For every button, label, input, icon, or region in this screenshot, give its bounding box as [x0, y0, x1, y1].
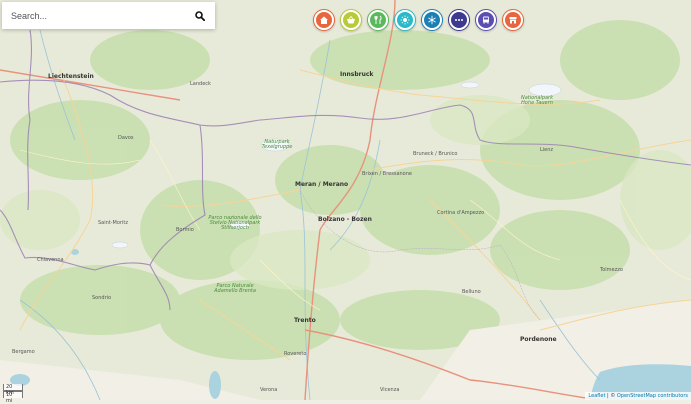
category-food-shop-button[interactable] — [340, 9, 362, 31]
scale-km: 20 km — [3, 384, 23, 396]
category-restaurant-button[interactable] — [367, 9, 389, 31]
place-label-liechtenstein: Liechtenstein — [48, 73, 94, 80]
category-more-button[interactable] — [448, 9, 470, 31]
search-icon — [195, 10, 205, 21]
scale-bar: 20 km 10 mi — [3, 384, 23, 404]
park-label-stelvio: Parco nazionale dello Stelvio Nationalpa… — [208, 215, 262, 231]
place-label-rovereto: Rovereto — [284, 351, 307, 357]
park-label-hohe-tauern: Nationalpark Hohe Tauern — [520, 95, 554, 106]
place-label-st-moritz: Saint-Moritz — [98, 220, 128, 226]
basket-icon — [343, 12, 359, 28]
category-winter-button[interactable] — [421, 9, 443, 31]
place-label-bormio: Bormio — [176, 227, 194, 233]
place-label-cortina: Cortina d'Ampezzo — [437, 210, 485, 216]
place-label-bergamo: Bergamo — [12, 349, 35, 355]
place-label-davos: Davos — [118, 135, 134, 141]
place-label-innsbruck: Innsbruck — [340, 71, 374, 78]
attribution: Leaflet | © OpenStreetMap contributors — [585, 392, 691, 400]
map-canvas[interactable]: Liechtenstein Davos Saint-Moritz Chiaven… — [0, 0, 691, 400]
category-toolbar — [313, 9, 524, 31]
place-label-lienz: Lienz — [540, 147, 554, 153]
place-label-merano: Meran / Merano — [295, 181, 349, 188]
search-bar — [2, 2, 215, 29]
place-label-brixen: Brixen / Bressanone — [362, 171, 412, 177]
place-label-tolmezzo: Tolmezzo — [600, 267, 623, 273]
attribution-separator: | © — [605, 393, 617, 399]
house-icon — [316, 12, 332, 28]
search-button[interactable] — [185, 2, 215, 29]
snowflake-icon — [424, 12, 440, 28]
place-label-sondrio: Sondrio — [92, 295, 112, 301]
place-label-landeck: Landeck — [190, 81, 211, 87]
place-label-belluno: Belluno — [462, 289, 481, 295]
place-label-vicenza: Vicenza — [380, 387, 400, 393]
more-dots-icon — [451, 12, 467, 28]
place-label-pordenone: Pordenone — [520, 336, 557, 343]
search-input[interactable] — [2, 2, 185, 29]
place-label-verona: Verona — [260, 387, 278, 393]
sun-icon — [397, 12, 413, 28]
map-tiles — [0, 0, 691, 400]
category-summer-button[interactable] — [394, 9, 416, 31]
osm-link[interactable]: OpenStreetMap contributors — [617, 393, 688, 399]
category-transport-button[interactable] — [475, 9, 497, 31]
park-label-adamello: Parco Naturale Adamello Brenta — [214, 283, 256, 294]
category-shop-button[interactable] — [502, 9, 524, 31]
cutlery-icon — [370, 12, 386, 28]
park-label-texel: Naturpark Texelgruppe — [261, 139, 293, 150]
place-label-brunico: Bruneck / Brunico — [413, 151, 458, 157]
leaflet-link[interactable]: Leaflet — [588, 393, 605, 399]
place-label-bolzano: Bolzano - Bozen — [318, 216, 372, 223]
category-accommodation-button[interactable] — [313, 9, 335, 31]
bus-icon — [478, 12, 494, 28]
place-label-chiavenna: Chiavenna — [37, 257, 64, 263]
place-label-trento: Trento — [294, 317, 316, 324]
shop-icon — [505, 12, 521, 28]
